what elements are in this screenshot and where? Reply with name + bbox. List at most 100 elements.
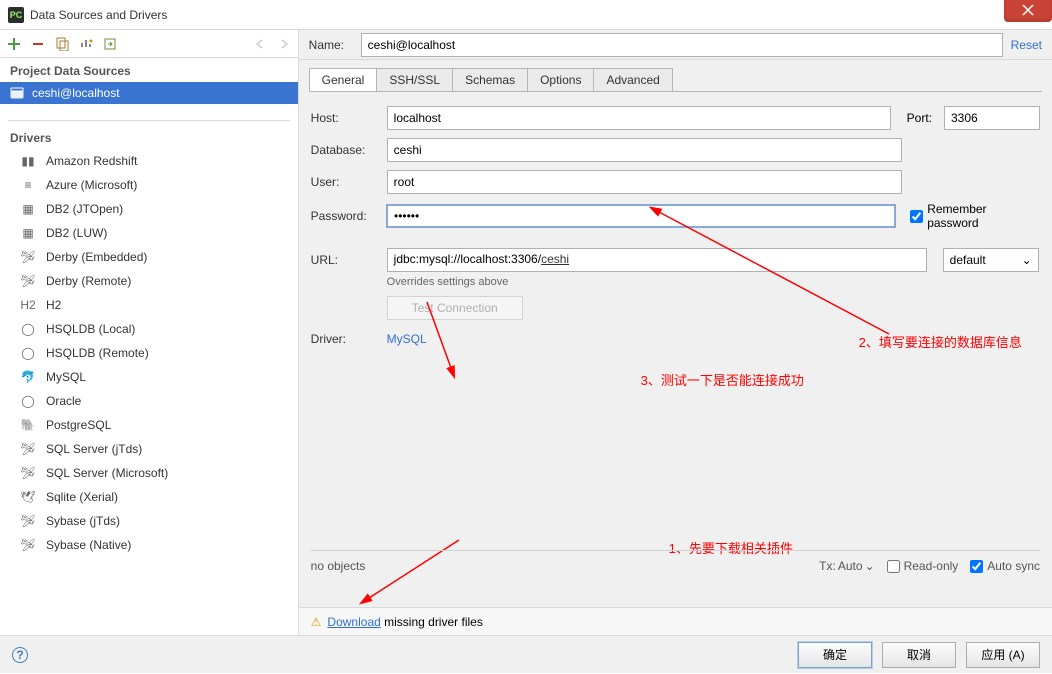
main-panel: Name: Reset GeneralSSH/SSLSchemasOptions… bbox=[299, 30, 1052, 635]
driver-label: Derby (Remote) bbox=[46, 274, 131, 288]
add-icon[interactable] bbox=[6, 36, 22, 52]
general-tab-body: Host: Port: Database: User: Password: Re… bbox=[299, 92, 1052, 607]
driver-link[interactable]: MySQL bbox=[387, 332, 427, 346]
driver-label: SQL Server (Microsoft) bbox=[46, 466, 168, 480]
driver-icon: 🕊 bbox=[20, 489, 36, 505]
driver-label: Sybase (Native) bbox=[46, 538, 131, 552]
driver-icon: 🛩 bbox=[20, 465, 36, 481]
url-db-link[interactable]: ceshi bbox=[541, 252, 569, 266]
tab-options[interactable]: Options bbox=[527, 68, 594, 91]
url-label: URL: bbox=[311, 253, 379, 267]
host-label: Host: bbox=[311, 111, 379, 125]
driver-icon: 🐬 bbox=[20, 369, 36, 385]
database-input[interactable] bbox=[387, 138, 902, 162]
datasource-item-ceshi[interactable]: ceshi@localhost bbox=[0, 82, 298, 104]
driver-item[interactable]: 🛩 Sybase (Native) bbox=[0, 533, 298, 557]
password-label: Password: bbox=[311, 209, 378, 223]
tab-general[interactable]: General bbox=[309, 68, 378, 91]
driver-item[interactable]: ▦DB2 (LUW) bbox=[0, 221, 298, 245]
window-title: Data Sources and Drivers bbox=[30, 8, 167, 22]
import-icon[interactable] bbox=[102, 36, 118, 52]
tabs: GeneralSSH/SSLSchemasOptionsAdvanced bbox=[299, 64, 1052, 91]
database-icon bbox=[10, 85, 24, 102]
close-button[interactable] bbox=[1004, 0, 1052, 22]
remember-password-check[interactable] bbox=[910, 210, 923, 223]
remove-icon[interactable] bbox=[30, 36, 46, 52]
driver-item[interactable]: 🛩 SQL Server (Microsoft) bbox=[0, 461, 298, 485]
url-input[interactable]: jdbc:mysql://localhost:3306/ceshi bbox=[387, 248, 927, 272]
driver-item[interactable]: 🛩Derby (Remote) bbox=[0, 269, 298, 293]
port-input[interactable] bbox=[944, 106, 1040, 130]
project-data-sources-header: Project Data Sources bbox=[0, 58, 298, 82]
redo-icon[interactable] bbox=[276, 36, 292, 52]
dialog-footer: ? 确定 取消 应用 (A) bbox=[0, 635, 1052, 673]
annotation-3: 3、测试一下是否能连接成功 bbox=[641, 370, 804, 389]
reset-link[interactable]: Reset bbox=[1011, 38, 1042, 52]
driver-item[interactable]: H2 H2 bbox=[0, 293, 298, 317]
tx-combo[interactable]: Tx: Auto ⌄ bbox=[819, 559, 874, 573]
help-button[interactable]: ? bbox=[12, 647, 28, 663]
remember-password-checkbox[interactable]: Remember password bbox=[910, 202, 1040, 230]
sidebar: Project Data Sources ceshi@localhost Dri… bbox=[0, 30, 299, 635]
driver-item[interactable]: 🕊 Sqlite (Xerial) bbox=[0, 485, 298, 509]
driver-item[interactable]: ▮▮Amazon Redshift bbox=[0, 149, 298, 173]
readonly-checkbox[interactable]: Read-only bbox=[887, 559, 959, 573]
driver-icon: 🛩 bbox=[20, 441, 36, 457]
download-row: ⚠ Download missing driver files bbox=[299, 607, 1052, 635]
driver-item[interactable]: ◯HSQLDB (Local) bbox=[0, 317, 298, 341]
driver-label: DB2 (LUW) bbox=[46, 226, 107, 240]
driver-label: Oracle bbox=[46, 394, 81, 408]
no-objects-label: no objects bbox=[311, 559, 366, 573]
driver-item[interactable]: ◯Oracle bbox=[0, 389, 298, 413]
host-input[interactable] bbox=[387, 106, 891, 130]
status-row: no objects Tx: Auto ⌄ Read-only Auto syn… bbox=[311, 550, 1040, 573]
ok-button[interactable]: 确定 bbox=[798, 642, 872, 668]
driver-item[interactable]: 🐬MySQL bbox=[0, 365, 298, 389]
driver-item[interactable]: 🛩SQL Server (jTds) bbox=[0, 437, 298, 461]
test-connection-button[interactable]: Test Connection bbox=[387, 296, 523, 320]
driver-label: Driver: bbox=[311, 332, 379, 346]
chevron-down-icon: ⌄ bbox=[1022, 253, 1032, 267]
driver-label: DB2 (JTOpen) bbox=[46, 202, 123, 216]
driver-icon: ≡ bbox=[20, 177, 36, 193]
name-input[interactable] bbox=[361, 33, 1003, 57]
url-mode-select[interactable]: default ⌄ bbox=[943, 248, 1039, 272]
password-input[interactable] bbox=[386, 204, 896, 228]
driver-icon: ▮▮ bbox=[20, 153, 36, 169]
settings-icon[interactable] bbox=[78, 36, 94, 52]
driver-icon: 🛩 bbox=[20, 537, 36, 553]
driver-item[interactable]: ≡Azure (Microsoft) bbox=[0, 173, 298, 197]
database-label: Database: bbox=[311, 143, 379, 157]
driver-item[interactable]: ◯HSQLDB (Remote) bbox=[0, 341, 298, 365]
tab-ssh-ssl[interactable]: SSH/SSL bbox=[376, 68, 453, 91]
tab-advanced[interactable]: Advanced bbox=[593, 68, 672, 91]
name-row: Name: Reset bbox=[299, 30, 1052, 60]
tab-schemas[interactable]: Schemas bbox=[452, 68, 528, 91]
download-rest: missing driver files bbox=[381, 615, 483, 629]
copy-icon[interactable] bbox=[54, 36, 70, 52]
port-label: Port: bbox=[899, 111, 936, 125]
driver-icon: H2 bbox=[20, 297, 36, 313]
name-label: Name: bbox=[309, 38, 353, 52]
app-icon: PC bbox=[8, 7, 24, 23]
autosync-checkbox[interactable]: Auto sync bbox=[970, 559, 1040, 573]
download-link[interactable]: Download bbox=[327, 615, 380, 629]
undo-icon[interactable] bbox=[252, 36, 268, 52]
driver-icon: ◯ bbox=[20, 345, 36, 361]
driver-label: Sqlite (Xerial) bbox=[46, 490, 118, 504]
user-label: User: bbox=[311, 175, 379, 189]
driver-label: H2 bbox=[46, 298, 61, 312]
titlebar: PC Data Sources and Drivers bbox=[0, 0, 1052, 30]
driver-icon: 🛩 bbox=[20, 249, 36, 265]
driver-item[interactable]: 🛩Derby (Embedded) bbox=[0, 245, 298, 269]
driver-label: Sybase (jTds) bbox=[46, 514, 120, 528]
overrides-note: Overrides settings above bbox=[387, 276, 1040, 288]
user-input[interactable] bbox=[387, 170, 902, 194]
apply-button[interactable]: 应用 (A) bbox=[966, 642, 1040, 668]
datasource-label: ceshi@localhost bbox=[32, 86, 120, 100]
driver-icon: ◯ bbox=[20, 321, 36, 337]
driver-item[interactable]: 🐘PostgreSQL bbox=[0, 413, 298, 437]
cancel-button[interactable]: 取消 bbox=[882, 642, 956, 668]
driver-item[interactable]: ▦DB2 (JTOpen) bbox=[0, 197, 298, 221]
driver-item[interactable]: 🛩Sybase (jTds) bbox=[0, 509, 298, 533]
